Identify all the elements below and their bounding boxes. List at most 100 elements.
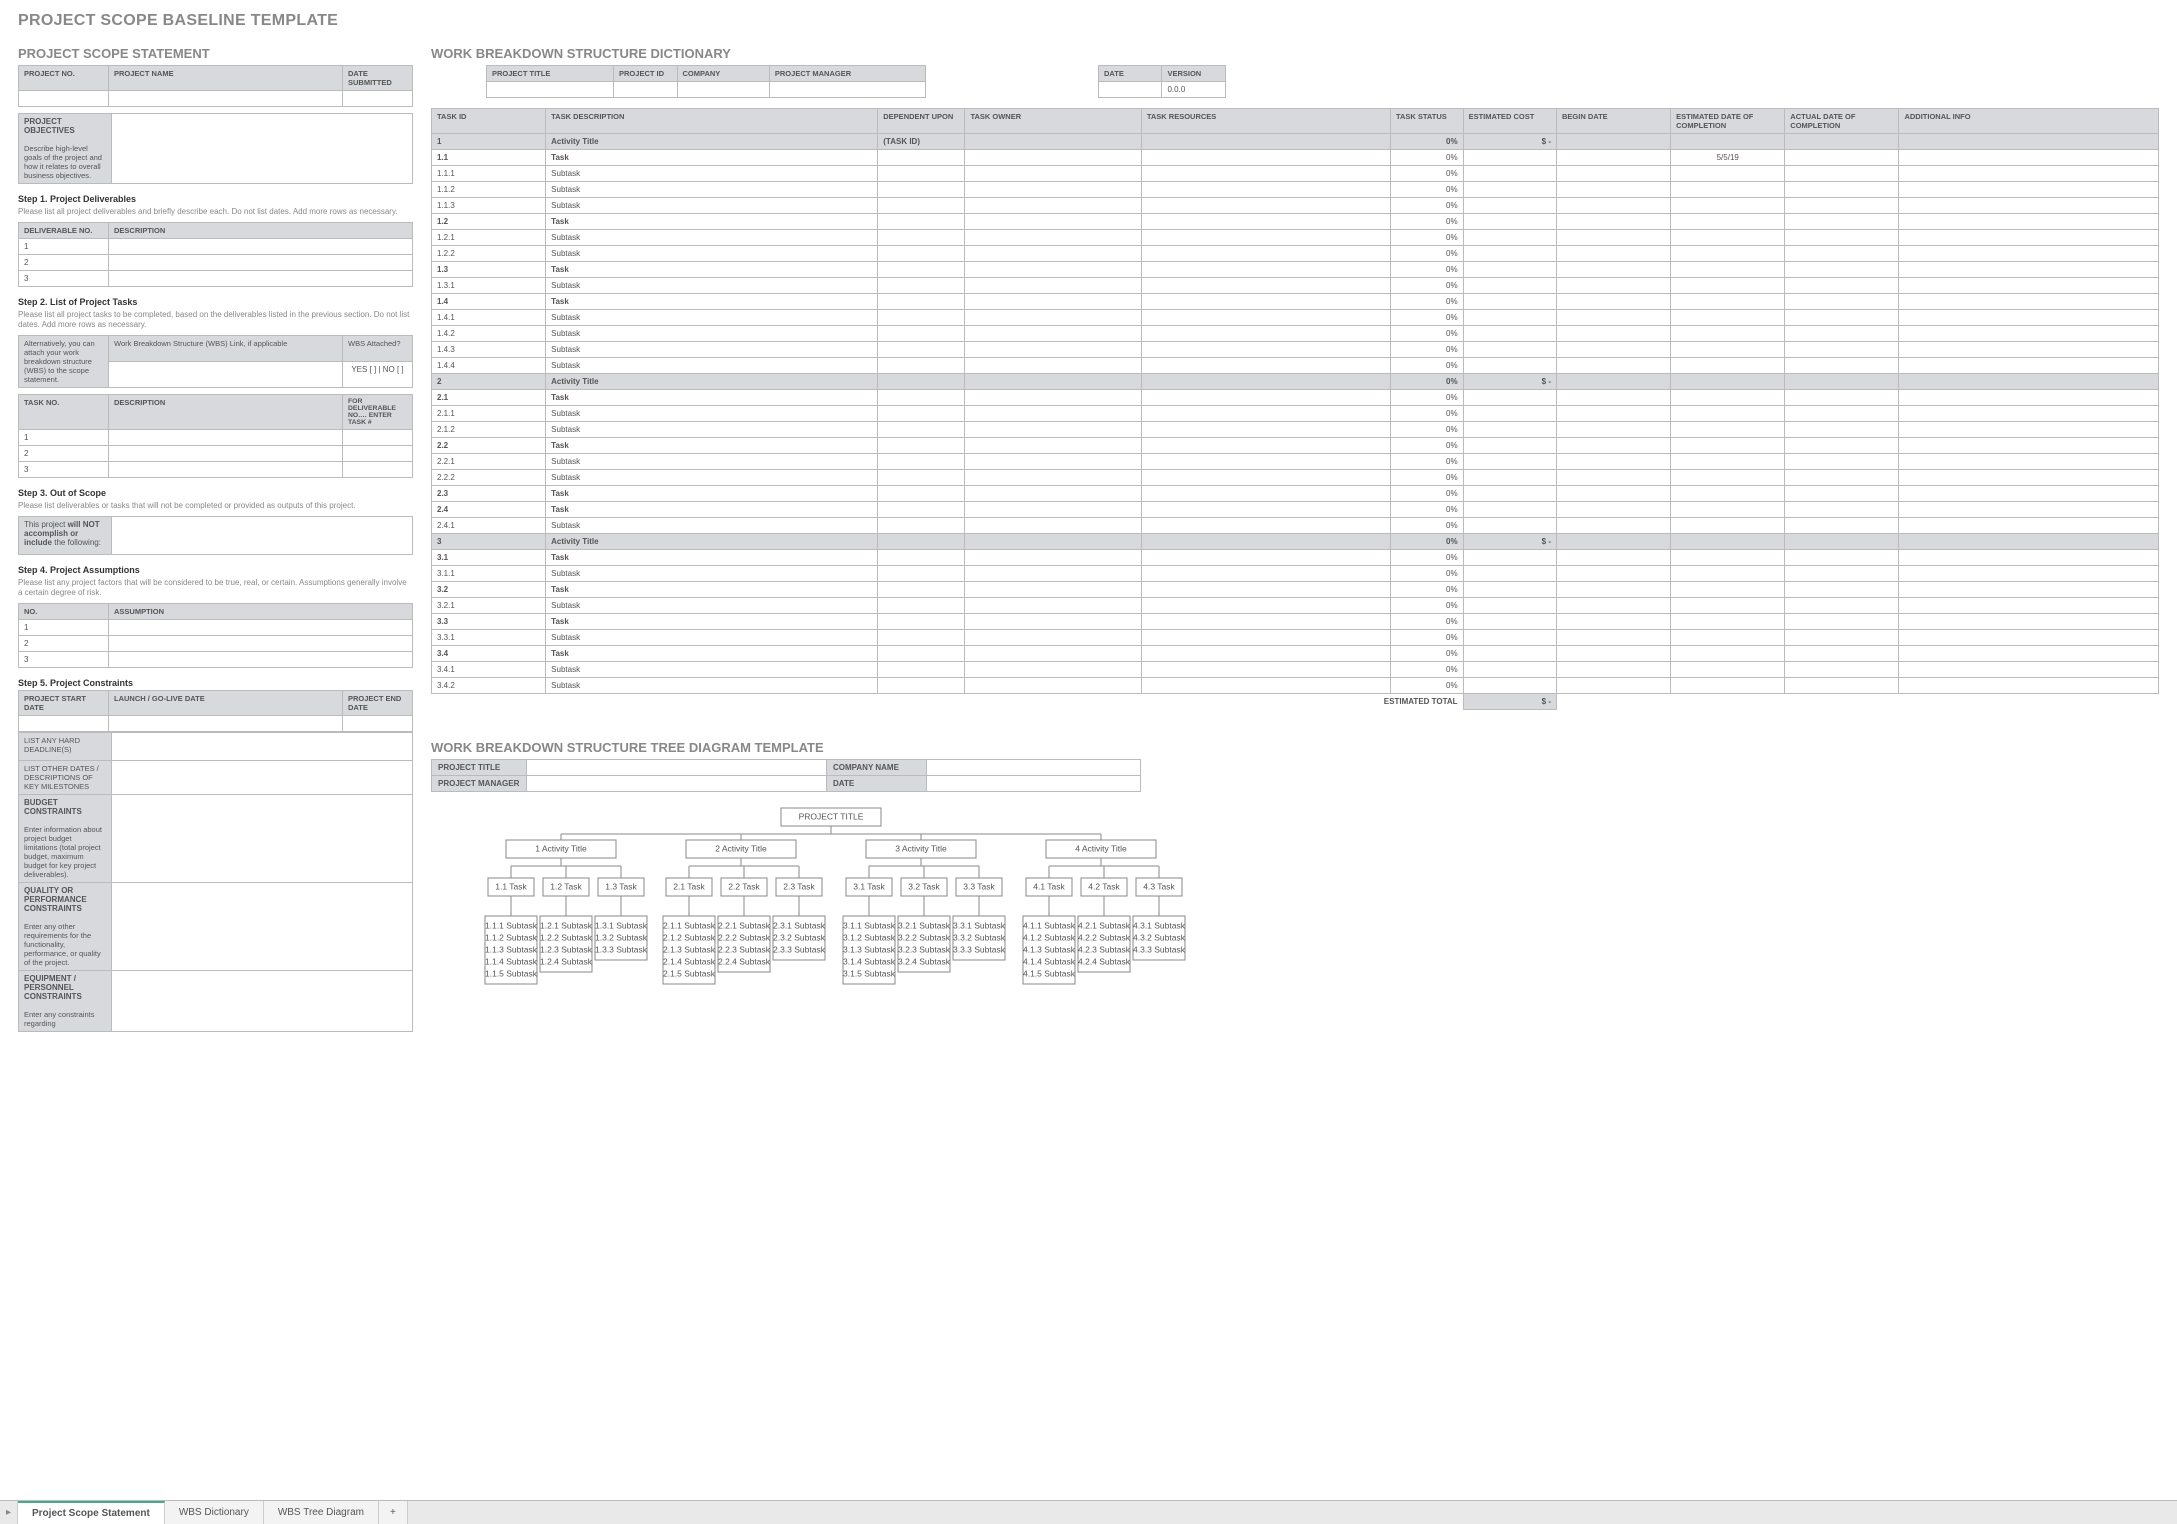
cell-task-id[interactable]: 3.1.1 — [432, 566, 546, 582]
cell-begin[interactable] — [1556, 646, 1670, 662]
sheet-tab[interactable]: Project Scope Statement — [18, 1501, 165, 1524]
cell[interactable]: 1 — [19, 430, 109, 446]
cell-task-desc[interactable]: Task — [546, 502, 878, 518]
cell-task-desc[interactable]: Subtask — [546, 342, 878, 358]
cell-cost[interactable] — [1463, 646, 1556, 662]
cell-dependent[interactable] — [878, 614, 965, 630]
cell-status[interactable]: 0% — [1390, 582, 1463, 598]
cell-task-id[interactable]: 1.2.2 — [432, 246, 546, 262]
cell-additional[interactable] — [1899, 310, 2159, 326]
cell-est-completion[interactable] — [1671, 278, 1785, 294]
cell-cost[interactable] — [1463, 438, 1556, 454]
cell[interactable] — [927, 776, 1141, 792]
cell-est-completion[interactable] — [1671, 566, 1785, 582]
cell-additional[interactable] — [1899, 550, 2159, 566]
cell-task-id[interactable]: 1.1.1 — [432, 166, 546, 182]
cell-actual-completion[interactable] — [1785, 598, 1899, 614]
cell-status[interactable]: 0% — [1390, 454, 1463, 470]
cell-resources[interactable] — [1141, 310, 1390, 326]
cell-est-completion[interactable]: 5/5/19 — [1671, 150, 1785, 166]
cell-cost[interactable] — [1463, 390, 1556, 406]
cell-dependent[interactable] — [878, 358, 965, 374]
cell-task-desc[interactable]: Subtask — [546, 566, 878, 582]
cell-actual-completion[interactable] — [1785, 614, 1899, 630]
cell-cost[interactable]: $ - — [1463, 374, 1556, 390]
cell-actual-completion[interactable] — [1785, 326, 1899, 342]
cell[interactable]: 2 — [19, 255, 109, 271]
cell[interactable] — [527, 776, 827, 792]
cell-est-completion[interactable] — [1671, 550, 1785, 566]
cell-begin[interactable] — [1556, 166, 1670, 182]
cell-est-completion[interactable] — [1671, 598, 1785, 614]
cell-task-id[interactable]: 2 — [432, 374, 546, 390]
cell-task-desc[interactable]: Task — [546, 390, 878, 406]
cell-begin[interactable] — [1556, 486, 1670, 502]
cell-task-desc[interactable]: Subtask — [546, 598, 878, 614]
cell-actual-completion[interactable] — [1785, 646, 1899, 662]
cell[interactable] — [112, 761, 413, 795]
cell-dependent[interactable] — [878, 390, 965, 406]
cell-est-completion[interactable] — [1671, 358, 1785, 374]
cell[interactable]: 3 — [19, 652, 109, 668]
cell-cost[interactable] — [1463, 422, 1556, 438]
cell-actual-completion[interactable] — [1785, 374, 1899, 390]
cell-dependent[interactable] — [878, 582, 965, 598]
cell-actual-completion[interactable] — [1785, 198, 1899, 214]
cell-status[interactable]: 0% — [1390, 614, 1463, 630]
cell-actual-completion[interactable] — [1785, 390, 1899, 406]
cell-additional[interactable] — [1899, 614, 2159, 630]
cell-task-desc[interactable]: Task — [546, 150, 878, 166]
cell-status[interactable]: 0% — [1390, 422, 1463, 438]
cell-additional[interactable] — [1899, 582, 2159, 598]
cell-status[interactable]: 0% — [1390, 230, 1463, 246]
cell-task-desc[interactable]: Task — [546, 262, 878, 278]
cell-additional[interactable] — [1899, 134, 2159, 150]
cell-est-completion[interactable] — [1671, 614, 1785, 630]
cell-begin[interactable] — [1556, 182, 1670, 198]
cell-resources[interactable] — [1141, 198, 1390, 214]
cell-cost[interactable] — [1463, 326, 1556, 342]
cell-status[interactable]: 0% — [1390, 550, 1463, 566]
cell-est-completion[interactable] — [1671, 134, 1785, 150]
cell-additional[interactable] — [1899, 230, 2159, 246]
cell-est-completion[interactable] — [1671, 438, 1785, 454]
cell-actual-completion[interactable] — [1785, 278, 1899, 294]
cell-status[interactable]: 0% — [1390, 470, 1463, 486]
cell-owner[interactable] — [965, 150, 1141, 166]
cell-begin[interactable] — [1556, 550, 1670, 566]
cell-est-completion[interactable] — [1671, 326, 1785, 342]
cell-status[interactable]: 0% — [1390, 390, 1463, 406]
cell-dependent[interactable] — [878, 262, 965, 278]
cell-cost[interactable] — [1463, 278, 1556, 294]
cell-resources[interactable] — [1141, 534, 1390, 550]
cell-est-completion[interactable] — [1671, 662, 1785, 678]
cell[interactable] — [109, 91, 343, 107]
cell-est-completion[interactable] — [1671, 230, 1785, 246]
cell-begin[interactable] — [1556, 566, 1670, 582]
cell-cost[interactable] — [1463, 342, 1556, 358]
wbs-yesno[interactable]: YES [ ] | NO [ ] — [343, 362, 413, 388]
cell-additional[interactable] — [1899, 630, 2159, 646]
cell-task-desc[interactable]: Task — [546, 438, 878, 454]
cell-owner[interactable] — [965, 566, 1141, 582]
cell-est-completion[interactable] — [1671, 502, 1785, 518]
cell-additional[interactable] — [1899, 518, 2159, 534]
cell-task-id[interactable]: 1.1 — [432, 150, 546, 166]
cell-resources[interactable] — [1141, 614, 1390, 630]
cell-task-id[interactable]: 1.4 — [432, 294, 546, 310]
cell-task-id[interactable]: 2.3 — [432, 486, 546, 502]
cell-resources[interactable] — [1141, 230, 1390, 246]
cell-status[interactable]: 0% — [1390, 662, 1463, 678]
cell-resources[interactable] — [1141, 342, 1390, 358]
cell-owner[interactable] — [965, 438, 1141, 454]
cell-est-completion[interactable] — [1671, 470, 1785, 486]
cell-dependent[interactable] — [878, 470, 965, 486]
cell-actual-completion[interactable] — [1785, 550, 1899, 566]
cell-cost[interactable] — [1463, 582, 1556, 598]
cell-begin[interactable] — [1556, 262, 1670, 278]
cell-actual-completion[interactable] — [1785, 246, 1899, 262]
cell-status[interactable]: 0% — [1390, 294, 1463, 310]
cell-est-completion[interactable] — [1671, 294, 1785, 310]
cell-owner[interactable] — [965, 486, 1141, 502]
cell-actual-completion[interactable] — [1785, 662, 1899, 678]
